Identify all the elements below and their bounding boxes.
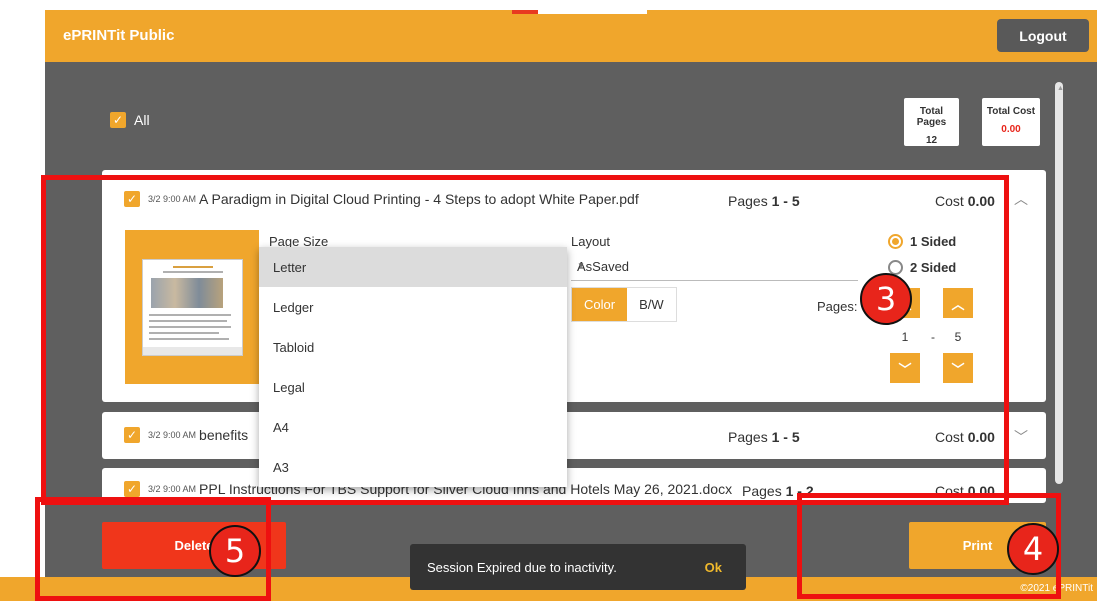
scrollbar[interactable] bbox=[1055, 82, 1063, 484]
top-tab-indicator-accent bbox=[512, 10, 538, 14]
total-pages-label: Total Pages bbox=[916, 106, 947, 128]
logout-button[interactable]: Logout bbox=[997, 19, 1089, 52]
total-cost-value: 0.00 bbox=[1001, 124, 1021, 135]
app-title: ePRINTit Public bbox=[63, 27, 175, 44]
select-all-label: All bbox=[134, 112, 150, 128]
total-pages-box: Total Pages 12 bbox=[904, 98, 959, 146]
annotation-box-3 bbox=[41, 175, 1009, 505]
session-snackbar: Session Expired due to inactivity. Ok bbox=[410, 544, 746, 590]
total-cost-box: Total Cost 0.00 bbox=[982, 98, 1040, 146]
snackbar-message: Session Expired due to inactivity. bbox=[427, 560, 617, 575]
select-all-row[interactable]: ✓ All bbox=[110, 112, 150, 128]
collapse-chevron-icon[interactable]: ︿ bbox=[1014, 189, 1028, 209]
scrollbar-up-arrow[interactable]: ▲ bbox=[1057, 85, 1064, 92]
total-pages-value: 12 bbox=[925, 135, 938, 146]
annotation-badge-3: 3 bbox=[860, 273, 912, 325]
top-bar: ePRINTit Public Logout bbox=[45, 10, 1097, 62]
select-all-checkbox[interactable]: ✓ bbox=[110, 112, 126, 128]
app-window: ePRINTit Public Logout ▲ ✓ All Total Pag… bbox=[0, 0, 1097, 601]
snackbar-ok-button[interactable]: Ok bbox=[705, 560, 722, 575]
expand-chevron-icon[interactable]: ﹀ bbox=[1014, 427, 1028, 447]
total-cost-label: Total Cost bbox=[986, 106, 1036, 117]
annotation-badge-4: 4 bbox=[1007, 523, 1059, 575]
annotation-badge-5: 5 bbox=[209, 525, 261, 577]
